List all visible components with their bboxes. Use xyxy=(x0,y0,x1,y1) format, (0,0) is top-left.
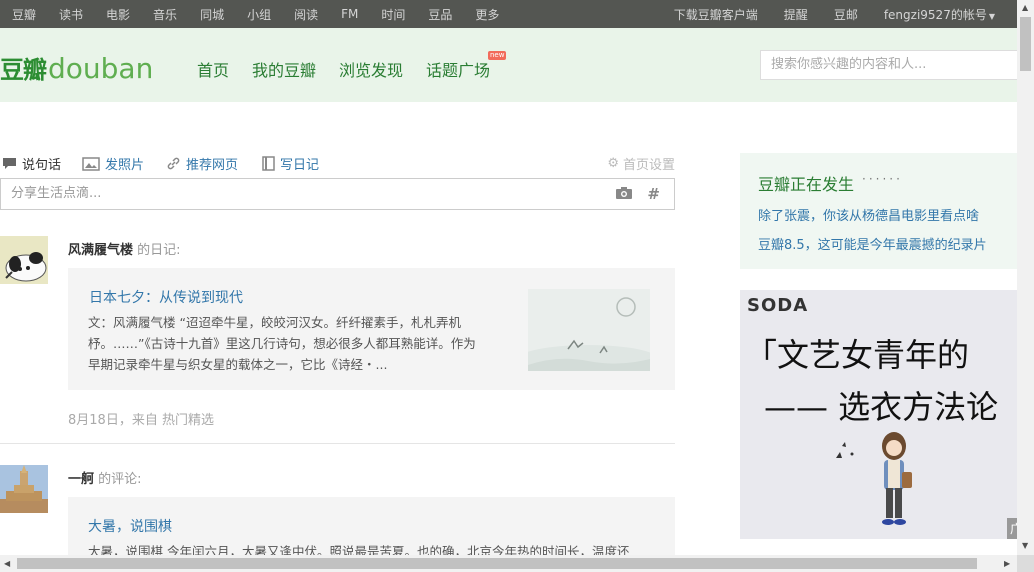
gear-icon: ⚙ xyxy=(607,156,619,171)
feed-card-title[interactable]: 大暑，说围棋 xyxy=(88,516,172,536)
nav-fm[interactable]: FM xyxy=(341,7,358,21)
happening-dots: ······ xyxy=(862,172,903,186)
ad-corner-tag: 广 xyxy=(1007,518,1017,539)
tab-diary-label: 写日记 xyxy=(280,158,320,173)
home-settings-link[interactable]: ⚙ 首页设置 xyxy=(607,154,675,173)
feed-user-name[interactable]: 一舸 xyxy=(68,472,94,487)
horizontal-scroll-thumb[interactable] xyxy=(17,558,977,569)
speech-bubble-icon xyxy=(3,158,16,169)
status-placeholder: 分享生活点滴... xyxy=(11,186,102,201)
scroll-right-icon[interactable]: ▶ xyxy=(1004,559,1010,568)
main-nav-mine[interactable]: 我的豆瓣 xyxy=(252,57,316,81)
download-app-link[interactable]: 下载豆瓣客户端 xyxy=(674,6,758,23)
camera-icon[interactable] xyxy=(615,186,633,200)
happening-link[interactable]: 豆瓣8.5，这可能是今年最震撼的纪录片 xyxy=(758,234,987,253)
new-badge: new xyxy=(488,51,507,60)
feed-card[interactable]: 大暑，说围棋 大暑，说围棋 今年闰六月，大暑又逢中伏。照说最是苦夏。也的确，北京… xyxy=(68,497,675,555)
feed-user-name[interactable]: 风满履气楼 xyxy=(68,243,133,258)
ad-brand: SODA xyxy=(747,295,809,316)
chevron-down-icon: ▼ xyxy=(988,11,995,21)
nav-movie[interactable]: 电影 xyxy=(106,6,130,23)
main-nav-home[interactable]: 首页 xyxy=(197,57,229,81)
feed-card-body: 大暑，说围棋 今年闰六月，大暑又逢中伏。照说最是苦夏。也的确，北京今年热的时间长… xyxy=(88,541,673,555)
feed-card[interactable]: 日本七夕：从传说到现代 文：风满履气楼 “迢迢牵牛星，皎皎河汉女。纤纤擢素手，札… xyxy=(68,268,675,390)
account-name: fengzi9527的帐号 xyxy=(883,7,987,22)
feed-meta: 8月18日，来自 热门精选 xyxy=(68,413,214,428)
feed-action: 的日记: xyxy=(137,243,181,258)
body-line: 文：风满履气楼 “迢迢牵牛星，皎皎河汉女。纤纤擢素手，札札弄机 xyxy=(88,315,461,330)
composer-tabs: 说句话 发照片 推荐网页 写日记 ⚙ 首页设置 xyxy=(2,154,675,173)
logo-cn: 豆瓣 xyxy=(0,56,47,84)
tab-photo-label: 发照片 xyxy=(105,158,145,173)
happening-title[interactable]: 豆瓣正在发生 xyxy=(758,171,854,195)
link-icon xyxy=(167,157,180,170)
main-nav: 首页 我的豆瓣 浏览发现 话题广场 new xyxy=(197,51,507,81)
status-input[interactable]: 分享生活点滴... # xyxy=(0,178,675,210)
logo-en: douban xyxy=(48,52,154,85)
feed-card-body: 文：风满履气楼 “迢迢牵牛星，皎皎河汉女。纤纤擢素手，札札弄机 杼。……”《古诗… xyxy=(88,312,508,375)
avatar[interactable] xyxy=(0,236,48,284)
vertical-scrollbar[interactable]: ▲ ▼ xyxy=(1017,0,1034,555)
nav-douban[interactable]: 豆瓣 xyxy=(12,6,36,23)
vertical-scroll-thumb[interactable] xyxy=(1020,17,1031,71)
body-line: 早期记录牵牛星与织女星的载体之一，它比《诗经・... xyxy=(88,357,388,372)
tab-link[interactable]: 推荐网页 xyxy=(166,154,238,173)
avatar[interactable] xyxy=(0,465,48,513)
girl-illustration xyxy=(836,432,912,525)
feed-item-header: 风满履气楼 的日记: xyxy=(68,239,181,258)
global-nav-right: 下载豆瓣客户端 提醒 豆邮 fengzi9527的帐号 ▼ xyxy=(674,0,995,28)
building-avatar-image xyxy=(0,465,48,513)
nav-location[interactable]: 同城 xyxy=(200,6,224,23)
global-nav-links: 豆瓣 读书 电影 音乐 同城 小组 阅读 FM 时间 豆品 更多 xyxy=(0,0,510,28)
horizontal-scrollbar[interactable]: ◀ ▶ xyxy=(0,555,1017,572)
feed-divider xyxy=(0,443,675,444)
nav-group[interactable]: 小组 xyxy=(247,6,271,23)
feed-item-header: 一舸 的评论: xyxy=(68,468,142,487)
ad-headline-2: —— 选衣方法论 xyxy=(764,388,999,426)
misty-landscape-image xyxy=(528,289,650,371)
tab-photo[interactable]: 发照片 xyxy=(82,154,144,173)
nav-time[interactable]: 时间 xyxy=(381,6,405,23)
feed-card-title[interactable]: 日本七夕：从传说到现代 xyxy=(89,287,243,307)
happening-link[interactable]: 除了张震，你该从杨德昌电影里看点啥 xyxy=(758,205,979,224)
tab-diary[interactable]: 写日记 xyxy=(262,154,319,173)
tab-say-label: 说句话 xyxy=(22,158,62,173)
global-nav: 豆瓣 读书 电影 音乐 同城 小组 阅读 FM 时间 豆品 更多 下载豆瓣客户端… xyxy=(0,0,1017,28)
site-header: 豆瓣 douban 首页 我的豆瓣 浏览发现 话题广场 new 搜索你感兴趣的内… xyxy=(0,28,1018,102)
photo-icon xyxy=(82,156,100,171)
main-nav-explore[interactable]: 浏览发现 xyxy=(339,57,403,81)
scroll-down-icon[interactable]: ▼ xyxy=(1022,541,1028,550)
reminder-link[interactable]: 提醒 xyxy=(784,6,808,23)
tab-say[interactable]: 说句话 xyxy=(2,154,61,173)
mail-link[interactable]: 豆邮 xyxy=(834,6,858,23)
ad-headline-1: 「文艺女青年的 xyxy=(745,336,970,374)
body-line: 杼。……”《古诗十九首》里这几行诗句，想必很多人都耳熟能详。作为 xyxy=(88,336,476,351)
feed-action: 的评论: xyxy=(98,472,142,487)
nav-read[interactable]: 阅读 xyxy=(294,6,318,23)
scroll-left-icon[interactable]: ◀ xyxy=(4,559,10,568)
feed-card-thumbnail[interactable] xyxy=(528,289,650,371)
happening-panel: 豆瓣正在发生 ······ 除了张震，你该从杨德昌电影里看点啥 豆瓣8.5，这可… xyxy=(740,153,1017,269)
ad-banner[interactable]: SODA 「文艺女青年的 —— 选衣方法论 广 xyxy=(740,290,1017,539)
douban-logo[interactable]: 豆瓣 douban xyxy=(0,49,153,85)
body-line: 大暑，说围棋 今年闰六月，大暑又逢中伏。照说最是苦夏。也的确，北京今年热的时间长… xyxy=(88,544,630,555)
main-nav-topics[interactable]: 话题广场 xyxy=(426,57,490,81)
nav-music[interactable]: 音乐 xyxy=(153,6,177,23)
scroll-up-icon[interactable]: ▲ xyxy=(1022,3,1028,12)
notebook-icon xyxy=(262,156,275,171)
nav-book[interactable]: 读书 xyxy=(59,6,83,23)
search-input[interactable]: 搜索你感兴趣的内容和人... xyxy=(760,50,1018,80)
nav-market[interactable]: 豆品 xyxy=(428,6,452,23)
tab-link-label: 推荐网页 xyxy=(186,158,239,173)
account-menu[interactable]: fengzi9527的帐号 ▼ xyxy=(884,6,995,23)
nav-more[interactable]: 更多 xyxy=(475,6,499,23)
scrollbar-corner xyxy=(1017,555,1034,572)
home-settings-label: 首页设置 xyxy=(622,158,675,173)
panda-avatar-image xyxy=(0,236,48,284)
hashtag-button[interactable]: # xyxy=(647,179,660,209)
